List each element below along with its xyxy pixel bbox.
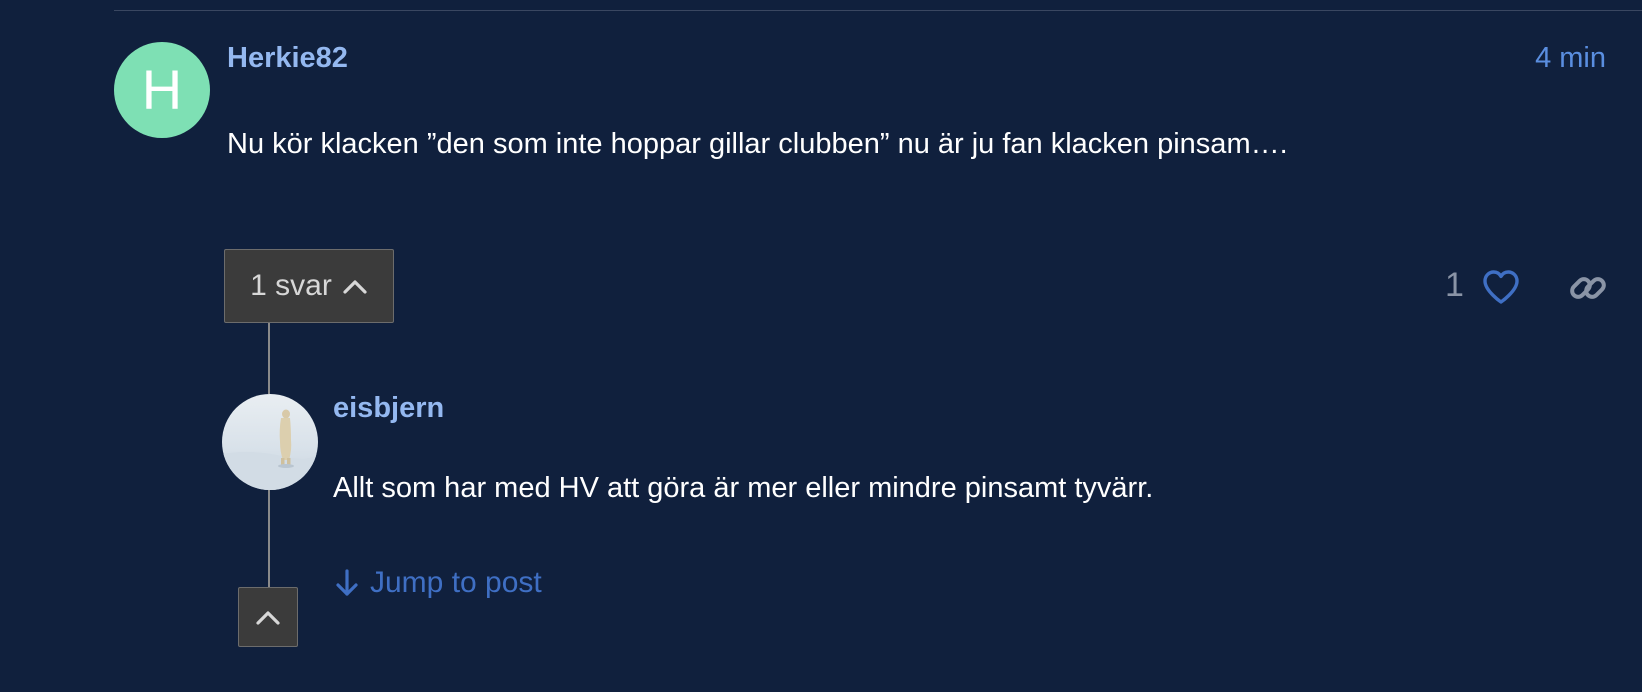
replies-count-label: 1 svar xyxy=(250,269,332,302)
reply-username[interactable]: eisbjern xyxy=(333,392,444,425)
post-body: Nu kör klacken ”den som inte hoppar gill… xyxy=(227,128,1288,160)
jump-to-post-label: Jump to post xyxy=(370,566,542,599)
avatar[interactable] xyxy=(222,394,318,490)
thread-line xyxy=(268,490,270,587)
avatar-letter: H xyxy=(141,58,183,121)
heart-icon[interactable] xyxy=(1481,268,1521,306)
chevron-up-icon xyxy=(343,280,367,294)
post-time[interactable]: 4 min xyxy=(1535,42,1606,75)
topic-post-view: H Herkie82 4 min Nu kör klacken ”den som… xyxy=(0,0,1642,692)
arrow-down-icon xyxy=(336,569,358,596)
chevron-up-icon xyxy=(256,611,280,625)
replies-toggle-button[interactable]: 1 svar xyxy=(224,249,394,323)
thread-line xyxy=(268,323,270,394)
post-divider xyxy=(114,10,1642,11)
link-icon[interactable] xyxy=(1568,268,1608,308)
polar-bear-avatar xyxy=(222,394,318,490)
collapse-replies-button[interactable] xyxy=(238,587,298,647)
post-username[interactable]: Herkie82 xyxy=(227,42,348,75)
reply-body: Allt som har med HV att göra är mer elle… xyxy=(333,472,1154,504)
jump-to-post-link[interactable]: Jump to post xyxy=(334,566,542,600)
like-count: 1 xyxy=(1445,266,1464,304)
avatar[interactable]: H xyxy=(114,42,210,138)
